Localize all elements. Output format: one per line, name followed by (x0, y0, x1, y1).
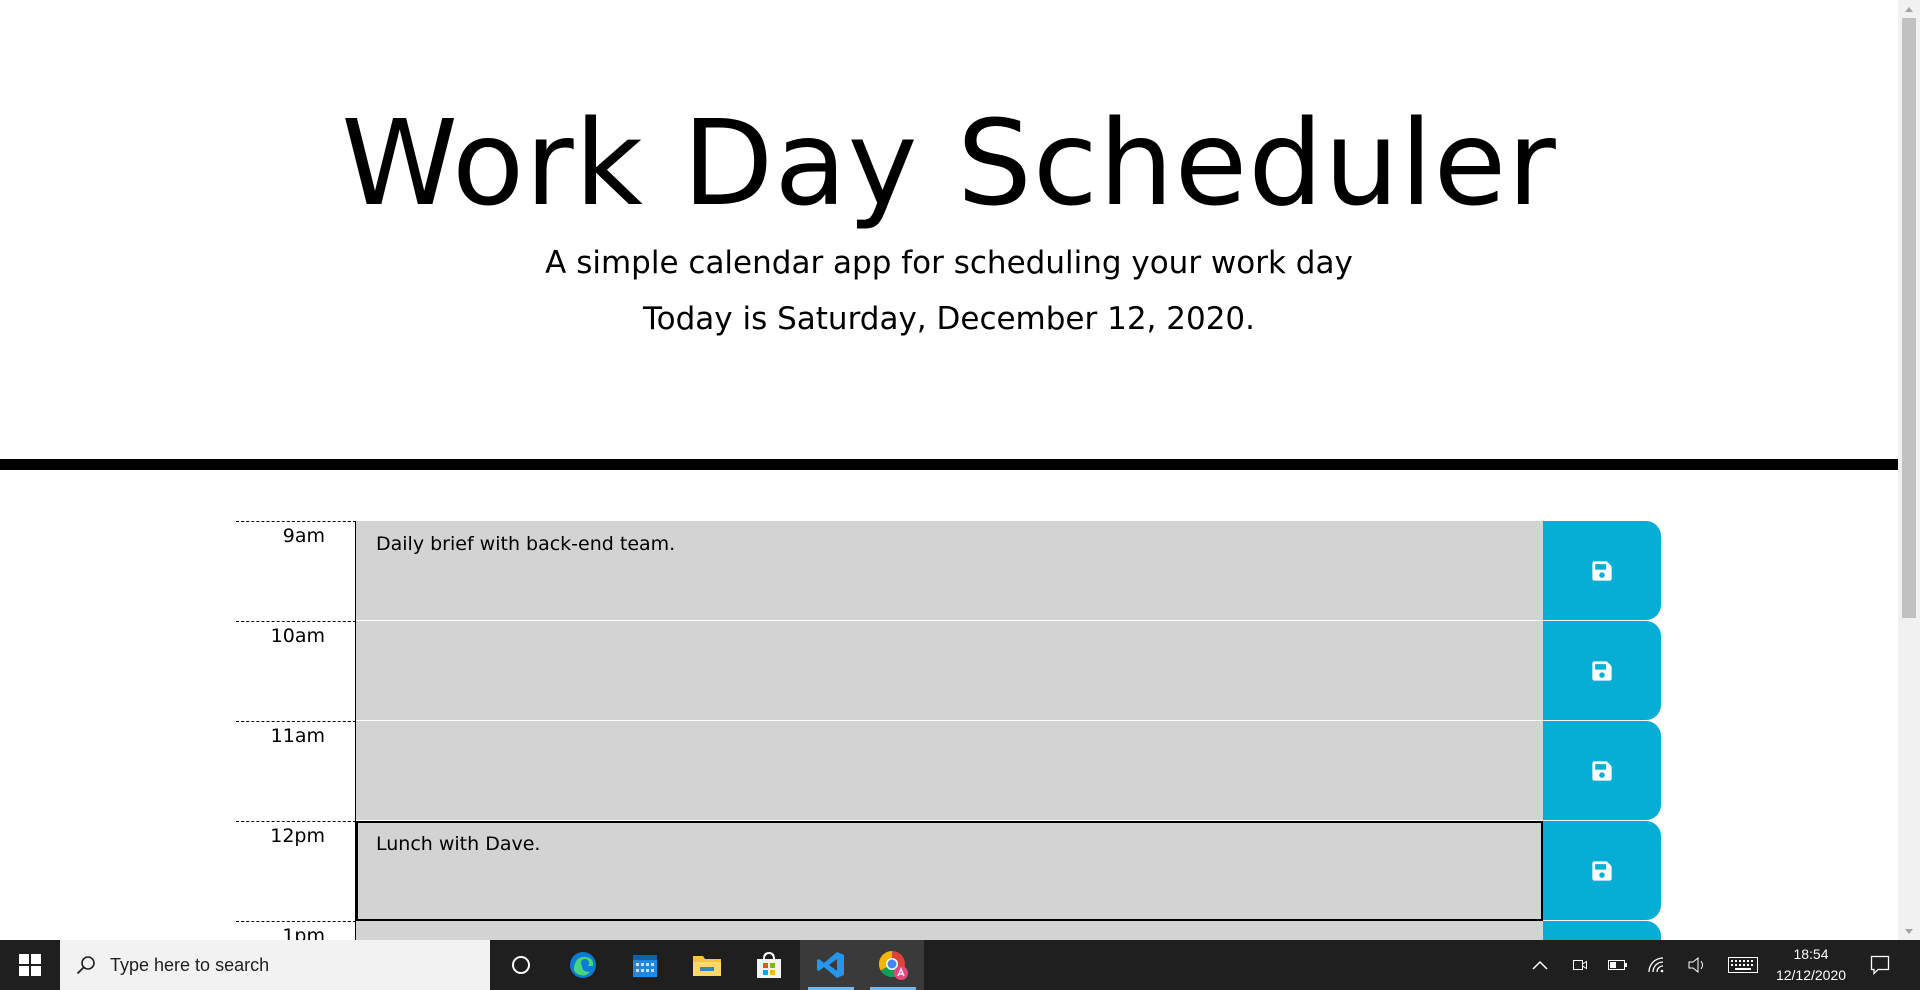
save-button[interactable] (1543, 521, 1661, 620)
scroll-down-arrow-icon[interactable] (1898, 922, 1920, 940)
chevron-up-icon[interactable] (1522, 940, 1558, 990)
page-subtitle: A simple calendar app for scheduling you… (545, 245, 1353, 281)
save-button[interactable] (1543, 721, 1661, 820)
file-explorer-icon[interactable] (676, 940, 738, 990)
timeblock-list: 9am 10am 11am 12pm (236, 521, 1661, 940)
search-icon (76, 956, 95, 975)
browser-viewport: Work Day Scheduler A simple calendar app… (0, 0, 1898, 940)
timeblock-row: 11am (236, 721, 1661, 821)
hour-label: 1pm (236, 921, 356, 940)
scroll-thumb[interactable] (1902, 18, 1916, 618)
hour-label: 10am (236, 621, 356, 721)
save-button[interactable] (1543, 621, 1661, 720)
event-description[interactable] (356, 721, 1543, 821)
clock-time: 18:54 (1793, 946, 1829, 962)
taskbar-search-box[interactable]: Type here to search (60, 940, 490, 990)
search-placeholder: Type here to search (110, 954, 270, 975)
store-icon[interactable] (738, 940, 800, 990)
battery-icon[interactable] (1600, 940, 1636, 990)
calendar-icon[interactable] (614, 940, 676, 990)
meet-now-icon[interactable] (1562, 940, 1598, 990)
save-button[interactable] (1543, 821, 1661, 920)
cortana-icon[interactable] (490, 940, 552, 990)
save-icon (1592, 860, 1612, 881)
timeblock-row: 10am (236, 621, 1661, 721)
scroll-up-arrow-icon[interactable] (1898, 0, 1920, 18)
save-icon (1592, 660, 1612, 681)
event-description[interactable] (356, 621, 1543, 721)
header-divider (0, 459, 1898, 470)
save-icon (1592, 560, 1612, 581)
current-date: Today is Saturday, December 12, 2020. (642, 301, 1256, 337)
event-description[interactable] (356, 521, 1543, 621)
save-icon (1592, 760, 1612, 781)
wifi-icon[interactable] (1640, 940, 1676, 990)
keyboard-icon[interactable] (1725, 940, 1761, 990)
save-button[interactable] (1543, 921, 1661, 940)
vertical-scrollbar[interactable] (1898, 0, 1920, 940)
page-header: Work Day Scheduler A simple calendar app… (0, 0, 1898, 470)
clock-date: 12/12/2020 (1775, 967, 1847, 983)
event-description[interactable] (356, 821, 1543, 921)
taskbar-clock[interactable]: 18:54 12/12/2020 (1768, 944, 1854, 986)
timeblock-row: 1pm (236, 921, 1661, 940)
page-title: Work Day Scheduler (341, 94, 1557, 232)
hour-label: 11am (236, 721, 356, 821)
notification-icon[interactable] (1862, 940, 1898, 990)
event-description[interactable] (356, 921, 1543, 940)
edge-icon[interactable] (552, 940, 614, 990)
windows-taskbar: Type here to search 18:54 12/12/2020 (0, 940, 1920, 990)
vscode-icon[interactable] (800, 940, 862, 990)
timeblock-row: 12pm (236, 821, 1661, 921)
chrome-icon[interactable] (862, 940, 924, 990)
windows-start-icon[interactable] (0, 940, 60, 990)
timeblock-row: 9am (236, 521, 1661, 621)
hour-label: 12pm (236, 821, 356, 921)
hour-label: 9am (236, 521, 356, 621)
volume-icon[interactable] (1680, 940, 1716, 990)
